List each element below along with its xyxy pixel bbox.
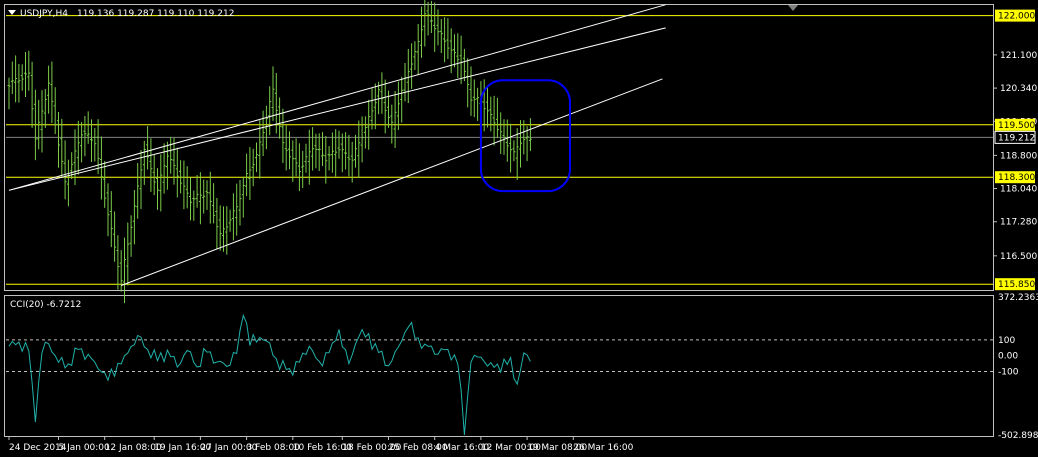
cci-axis-label: -100	[998, 367, 1019, 377]
level-price-tag: 119.500	[998, 121, 1035, 131]
level-price-tag: 118.300	[998, 173, 1035, 183]
cci-axis-label: 100	[998, 336, 1015, 346]
ohlc-header: 119.136 119.287 119.110 119.212	[77, 9, 234, 19]
price-axis-label: 116.500	[1000, 252, 1037, 262]
price-axis-label: 118.800	[1000, 151, 1037, 161]
time-axis-label: 26 Mar 16:00	[573, 443, 633, 453]
level-price-tag: 115.850	[998, 280, 1035, 290]
price-chart-svg[interactable]: 372.2363 100 0.00 -100 -502.8983 121.100 120.…	[0, 0, 1038, 457]
cci-title: CCI(20) -6.7212	[10, 300, 81, 310]
cci-axis-label: 0.00	[998, 352, 1018, 362]
price-axis-label: 120.340	[1000, 84, 1037, 94]
cci-axis-label: 372.2363	[998, 293, 1038, 303]
chart-title: USDJPY,H4	[20, 9, 68, 19]
chart-window: 372.2363 100 0.00 -100 -502.8983 121.100 120.…	[0, 0, 1038, 457]
price-axis-label: 121.100	[1000, 51, 1037, 61]
price-axis-label: 117.280	[1000, 218, 1037, 228]
current-price-tag: 119.212	[998, 133, 1035, 143]
price-axis-label: 118.040	[1000, 185, 1037, 195]
cci-axis-label: -502.8983	[998, 431, 1038, 441]
level-price-tag: 122.000	[998, 12, 1035, 22]
time-axis-label: 5 Jan 00:00	[59, 443, 111, 453]
chart-background	[0, 0, 1038, 457]
